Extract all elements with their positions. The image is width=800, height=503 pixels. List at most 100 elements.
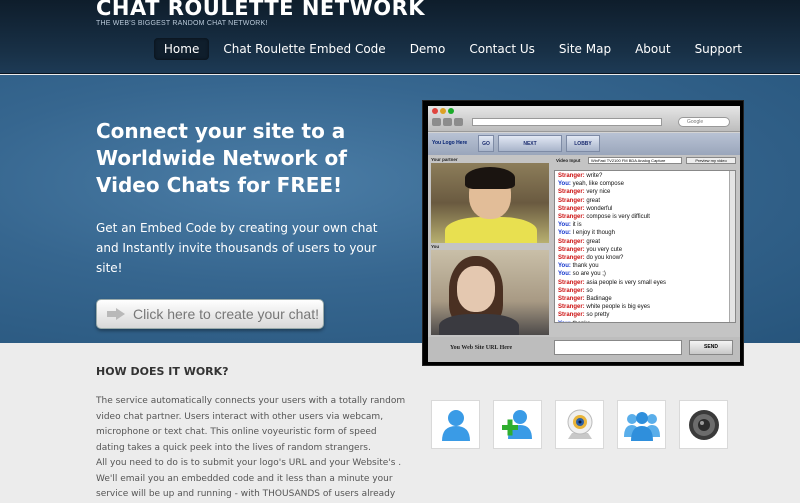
chat-sender: Stranger: [558, 189, 587, 196]
chat-sender: Stranger: [558, 296, 587, 303]
chat-log: Stranger: write? You: yeah, like compose S… [554, 170, 736, 323]
chat-text: compose is very difficult [586, 214, 650, 221]
chat-sender: Stranger: [558, 312, 587, 319]
chat-sender: Stranger: [558, 246, 587, 253]
chat-text: so pretty [586, 312, 610, 319]
chat-text: you very cute [586, 246, 623, 253]
speaker-icon [679, 400, 728, 449]
how-it-works-text: The service automatically connects your … [96, 394, 406, 503]
chat-sender: You: [558, 321, 573, 322]
nav-support[interactable]: Support [685, 38, 752, 60]
browser-nav-buttons [432, 118, 463, 126]
chat-message: You: so are you ;) [558, 270, 732, 278]
chat-text: Badinage [586, 296, 612, 303]
chat-sender: Stranger: [558, 214, 587, 221]
chat-message: Stranger: do you know? [558, 254, 732, 262]
browser-titlebar: Google [428, 106, 740, 132]
create-chat-label: Click here to create your chat! [133, 306, 319, 322]
chat-toolbar: You Logo Here GO NEXT LOBBY [428, 133, 740, 155]
go-button: GO [478, 135, 494, 152]
chat-text: white people is big eyes [586, 304, 651, 311]
chat-message: Stranger: so [558, 287, 732, 295]
chat-text: wonderful [586, 205, 613, 212]
video-input-label: Video Input [556, 158, 581, 163]
partner-label: Your partner [431, 157, 458, 162]
chat-text: very nice [586, 189, 611, 196]
chat-sender: You: [558, 263, 573, 270]
chat-text: great [586, 238, 601, 245]
chat-text: thanks [573, 321, 591, 322]
hero-title: Connect your site to a Worldwide Network… [96, 119, 347, 197]
chat-message: Stranger: great [558, 238, 732, 246]
chat-text: so [586, 287, 593, 294]
site-header: CHAT ROULETTE NETWORK THE WEB'S BIGGEST … [0, 0, 800, 74]
how-it-works-title: HOW DOES IT WORK? [96, 365, 229, 378]
add-user-icon [493, 400, 542, 449]
chat-sender: You: [558, 181, 573, 188]
nav-demo[interactable]: Demo [400, 38, 456, 60]
feature-icons [431, 400, 728, 449]
chat-message: Stranger: compose is very difficult [558, 213, 732, 221]
chat-sender: Stranger: [558, 197, 587, 204]
chat-text: yeah, like compose [572, 181, 624, 188]
next-button: NEXT [498, 135, 562, 152]
chat-sender: Stranger: [558, 173, 587, 179]
chat-text: asia people is very small eyes [586, 279, 667, 286]
chat-sender: Stranger: [558, 304, 587, 311]
create-chat-button[interactable]: Click here to create your chat! [96, 299, 324, 329]
chat-text: so are you ;) [572, 271, 606, 278]
user-icon [431, 400, 480, 449]
minimize-dot-icon [440, 108, 446, 114]
browser-search: Google [678, 117, 730, 127]
site-tagline: THE WEB'S BIGGEST RANDOM CHAT NETWORK! [96, 20, 268, 27]
you-label: You [431, 244, 440, 249]
chat-message: Stranger: you very cute [558, 246, 732, 254]
nav-embed-code[interactable]: Chat Roulette Embed Code [213, 38, 395, 60]
chat-sender: You: [558, 222, 573, 229]
chat-text: write? [586, 173, 603, 179]
nav-contact[interactable]: Contact Us [459, 38, 545, 60]
how-paragraph-2: All you need to do is to submit your log… [96, 458, 402, 499]
chat-message: Stranger: white people is big eyes [558, 303, 732, 311]
browser-window: Google You Logo Here GO NEXT LOBBY Your … [428, 106, 740, 362]
chat-sender: Stranger: [558, 279, 587, 286]
nav-about[interactable]: About [625, 38, 680, 60]
chat-sender: Stranger: [558, 238, 587, 245]
chat-text: great [586, 197, 601, 204]
chat-message: You: thank you [558, 262, 732, 270]
site-logo[interactable]: CHAT ROULETTE NETWORK [96, 0, 425, 20]
chat-message: Stranger: great [558, 197, 732, 205]
demo-screenshot: Google You Logo Here GO NEXT LOBBY Your … [422, 100, 744, 366]
chat-message: Stranger: so pretty [558, 311, 732, 319]
chat-message: Stranger: very nice [558, 188, 732, 196]
chat-message: You: I enjoy it though [558, 229, 732, 237]
chat-text: thank you [572, 263, 599, 270]
chat-footer: You Web Site URL Here SEND [428, 337, 740, 362]
chat-logo-placeholder: You Logo Here [432, 140, 468, 146]
preview-video-button: Preview my video [686, 157, 736, 164]
chat-text: do you know? [586, 255, 624, 262]
hero-subtitle: Get an Embed Code by creating your own c… [96, 221, 378, 275]
back-icon [432, 118, 441, 126]
chat-message: Stranger: wonderful [558, 205, 732, 213]
zoom-dot-icon [448, 108, 454, 114]
lobby-button: LOBBY [566, 135, 600, 152]
how-paragraph-1: The service automatically connects your … [96, 396, 406, 453]
chat-message: You: it is [558, 221, 732, 229]
chat-sender: Stranger: [558, 205, 587, 212]
arrow-right-icon [107, 308, 125, 320]
nav-home[interactable]: Home [153, 38, 210, 60]
video-device-select: WinFast TV2100 FM BDA Analog Capture [588, 157, 682, 164]
chat-scrollbar [729, 171, 735, 322]
chat-message: You: thanks [558, 320, 732, 322]
send-button: SEND [689, 340, 733, 355]
close-dot-icon [432, 108, 438, 114]
chat-sender: You: [558, 271, 573, 278]
chat-message: You: yeah, like compose [558, 180, 732, 188]
chat-sender: Stranger: [558, 287, 587, 294]
self-video [431, 250, 549, 335]
reload-icon [454, 118, 463, 126]
nav-site-map[interactable]: Site Map [549, 38, 621, 60]
chat-message: Stranger: Badinage [558, 295, 732, 303]
group-icon [617, 400, 666, 449]
